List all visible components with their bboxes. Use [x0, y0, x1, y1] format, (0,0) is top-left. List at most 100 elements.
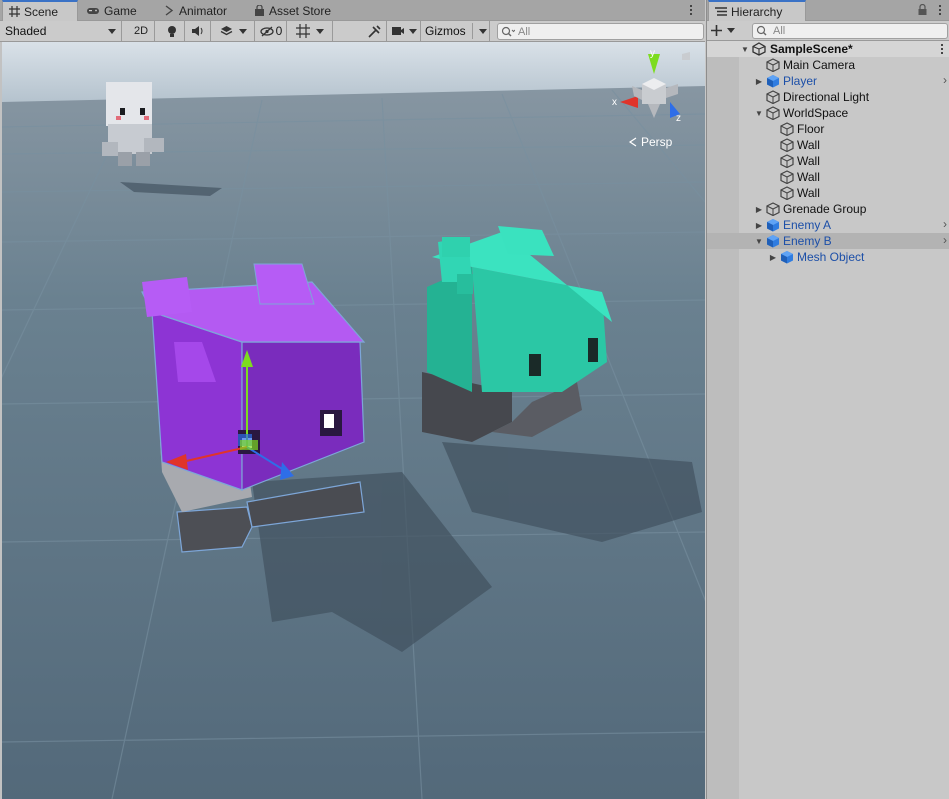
hierarchy-item[interactable]: Wall [707, 137, 949, 153]
lighting-toggle-button[interactable] [160, 21, 185, 41]
hierarchy-item-label: Grenade Group [783, 202, 867, 216]
hierarchy-tab-bar: Hierarchy [707, 0, 949, 21]
hierarchy-item[interactable]: Floor [707, 121, 949, 137]
scene-viewport[interactable]: y x z Persp [2, 42, 705, 799]
expand-arrow-icon[interactable]: ▼ [754, 105, 764, 121]
gameobject-cube-icon [766, 90, 780, 104]
lightbulb-icon [168, 25, 176, 37]
arrow-spacer [754, 57, 764, 73]
gameobject-cube-icon [780, 154, 794, 168]
panel-menu-icon[interactable] [936, 2, 944, 18]
open-prefab-chevron-icon[interactable]: › [943, 73, 947, 87]
prefab-cube-icon [767, 235, 779, 248]
scene-search-input[interactable] [518, 25, 703, 38]
hidden-objects-toggle[interactable]: 0 [256, 21, 287, 41]
hierarchy-item[interactable]: Directional Light [707, 89, 949, 105]
hierarchy-item-label: Wall [797, 170, 820, 184]
hierarchy-item-label: Enemy B [783, 234, 832, 248]
2d-toggle-button[interactable]: 2D [128, 21, 155, 41]
projection-mode-label[interactable]: Persp [641, 135, 673, 149]
hierarchy-item-label: Main Camera [783, 58, 856, 72]
gameobject-cube-icon [766, 202, 780, 216]
hierarchy-item-label: Wall [797, 154, 820, 168]
hierarchy-item[interactable]: ▼ Enemy B › [707, 233, 949, 249]
layers-icon [220, 26, 232, 36]
expand-arrow-icon[interactable]: ▼ [740, 41, 750, 57]
search-icon [501, 26, 515, 36]
2d-toggle-label: 2D [133, 25, 149, 37]
scene-menu-icon[interactable] [940, 43, 944, 55]
chevron-down-icon [238, 28, 247, 34]
tab-label: Scene [24, 4, 59, 19]
hierarchy-item-label: Mesh Object [797, 250, 865, 264]
chevron-down-icon [727, 28, 735, 33]
gizmos-dropdown[interactable]: Gizmos [422, 21, 490, 41]
search-icon [756, 25, 767, 36]
prefab-cube-icon [767, 75, 779, 88]
open-prefab-chevron-icon[interactable]: › [943, 233, 947, 247]
hierarchy-item[interactable]: Main Camera [707, 57, 949, 73]
grid-snap-icon [296, 24, 310, 38]
scene-header-row[interactable]: ▼ SampleScene* [707, 41, 949, 57]
list-icon [715, 7, 727, 16]
open-prefab-chevron-icon[interactable]: › [943, 217, 947, 231]
tab-asset-store[interactable]: Asset Store [248, 1, 337, 20]
hierarchy-toolbar [707, 21, 949, 41]
gamepad-icon [87, 7, 99, 14]
arrow-spacer [768, 137, 778, 153]
hierarchy-item[interactable]: Wall [707, 153, 949, 169]
tab-label: Asset Store [269, 3, 332, 18]
hierarchy-item[interactable]: ▶ Grenade Group [707, 201, 949, 217]
hierarchy-item[interactable]: ▼ WorldSpace [707, 105, 949, 121]
hierarchy-item[interactable]: Wall [707, 185, 949, 201]
hierarchy-item[interactable]: ▶ Enemy A › [707, 217, 949, 233]
camera-settings-dropdown[interactable] [388, 21, 421, 41]
scene-panel: Scene Game Animator Asset Store Shaded 2… [0, 0, 705, 799]
axis-label-y: y [650, 48, 655, 59]
audio-toggle-button[interactable] [186, 21, 211, 41]
collapse-arrow-icon[interactable]: ▶ [754, 217, 764, 233]
arrow-spacer [754, 89, 764, 105]
expand-arrow-icon[interactable]: ▼ [754, 233, 764, 249]
hierarchy-panel: Hierarchy ▼ SampleScene* Main Camera ▶ Pla… [706, 0, 949, 799]
panel-menu-icon[interactable] [687, 2, 695, 18]
hierarchy-item[interactable]: ▶ Player › [707, 73, 949, 89]
collapse-arrow-icon[interactable]: ▶ [768, 249, 778, 265]
collapse-arrow-icon[interactable]: ▶ [754, 73, 764, 89]
collapse-arrow-icon[interactable]: ▶ [754, 201, 764, 217]
tab-scene[interactable]: Scene [2, 0, 78, 21]
chevron-down-icon [478, 28, 487, 34]
tab-hierarchy[interactable]: Hierarchy [708, 0, 806, 21]
speaker-icon [192, 26, 203, 36]
axis-label-z: z [676, 113, 681, 124]
chevron-down-icon [316, 28, 324, 34]
hierarchy-item-label: Wall [797, 186, 820, 200]
create-dropdown-button[interactable] [711, 23, 739, 38]
arrow-spacer [768, 121, 778, 137]
hierarchy-search-field[interactable] [752, 23, 948, 39]
hierarchy-item[interactable]: Wall [707, 169, 949, 185]
hierarchy-item-label: Floor [797, 122, 825, 136]
gameobject-cube-icon [780, 186, 794, 200]
grid-snapping-dropdown[interactable] [288, 21, 333, 41]
scene-tab-bar: Scene Game Animator Asset Store [0, 0, 705, 21]
unity-scene-icon [752, 42, 766, 56]
lock-icon[interactable] [918, 4, 927, 15]
grid-icon [9, 6, 20, 17]
gameobject-cube-icon [766, 58, 780, 72]
hierarchy-search-input[interactable] [773, 25, 947, 37]
hierarchy-item[interactable]: ▶ Mesh Object [707, 249, 949, 265]
tab-label: Animator [179, 3, 228, 18]
tools-button[interactable] [362, 21, 387, 41]
scene-search-field[interactable] [497, 23, 704, 40]
hierarchy-item-label: Enemy A [783, 218, 832, 232]
tab-animator[interactable]: Animator [158, 1, 233, 20]
scene-name: SampleScene* [770, 42, 853, 56]
shading-mode-dropdown[interactable]: Shaded [0, 21, 122, 41]
hierarchy-title: Hierarchy [731, 4, 783, 19]
tab-game[interactable]: Game [80, 1, 143, 20]
gameobject-cube-icon [766, 106, 780, 120]
hierarchy-item-label: WorldSpace [783, 106, 849, 120]
scene-render: y x z Persp [2, 42, 705, 799]
effects-dropdown[interactable] [212, 21, 255, 41]
